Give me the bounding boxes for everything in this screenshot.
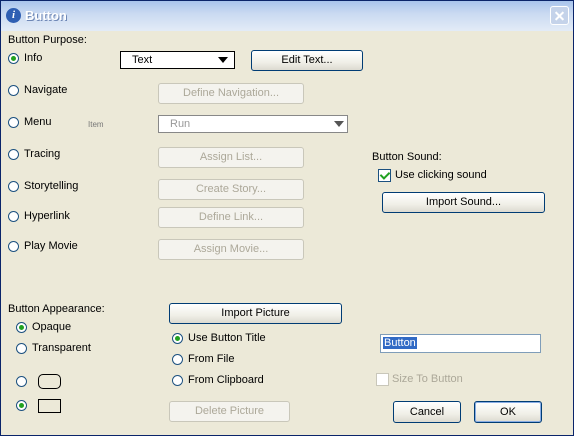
info-type-value: Text bbox=[132, 54, 153, 66]
radio-opaque-label: Opaque bbox=[32, 321, 72, 333]
title-bar[interactable]: i Button bbox=[1, 1, 573, 31]
size-to-button-label: Size To Button bbox=[392, 373, 463, 385]
radio-tracing-label: Tracing bbox=[24, 148, 61, 160]
button-title-field[interactable]: Button bbox=[380, 334, 541, 353]
radio-transparent-label: Transparent bbox=[32, 342, 91, 354]
assign-movie-button[interactable]: Assign Movie... bbox=[158, 239, 304, 260]
info-icon: i bbox=[6, 8, 21, 23]
radio-info-label: Info bbox=[24, 52, 43, 64]
info-type-select[interactable]: Text bbox=[120, 51, 235, 69]
dropdown-arrow-icon bbox=[334, 121, 344, 127]
delete-picture-button[interactable]: Delete Picture bbox=[169, 401, 290, 422]
cancel-button[interactable]: Cancel bbox=[393, 401, 461, 423]
assign-list-button[interactable]: Assign List... bbox=[158, 147, 304, 168]
radio-use-button-title[interactable] bbox=[172, 333, 183, 344]
radio-hyperlink[interactable] bbox=[8, 211, 19, 222]
radio-storytelling-label: Storytelling bbox=[24, 180, 79, 192]
radio-menu[interactable] bbox=[8, 117, 19, 128]
radio-play-movie[interactable] bbox=[8, 241, 19, 252]
menu-item-value: Run bbox=[170, 118, 191, 130]
radio-use-button-title-label: Use Button Title bbox=[188, 332, 266, 344]
dropdown-arrow-icon bbox=[218, 57, 228, 63]
import-sound-button[interactable]: Import Sound... bbox=[382, 192, 545, 213]
button-title-field-value: Button bbox=[383, 337, 417, 349]
radio-play-movie-label: Play Movie bbox=[24, 240, 78, 252]
radio-from-clipboard[interactable] bbox=[172, 375, 183, 386]
radio-from-file[interactable] bbox=[172, 354, 183, 365]
radio-info[interactable] bbox=[8, 53, 19, 64]
radio-hyperlink-label: Hyperlink bbox=[24, 210, 70, 222]
define-navigation-button[interactable]: Define Navigation... bbox=[158, 83, 304, 104]
radio-from-clipboard-label: From Clipboard bbox=[188, 374, 264, 386]
radio-opaque[interactable] bbox=[16, 322, 27, 333]
close-button[interactable] bbox=[550, 6, 569, 25]
radio-rounded-shape[interactable] bbox=[16, 376, 27, 387]
import-picture-button[interactable]: Import Picture bbox=[169, 303, 342, 324]
button-purpose-heading: Button Purpose: bbox=[8, 34, 87, 46]
button-dialog-window: i Button Button Purpose: Info Text Edit … bbox=[0, 0, 574, 436]
radio-from-file-label: From File bbox=[188, 353, 235, 365]
radio-transparent[interactable] bbox=[16, 343, 27, 354]
use-clicking-sound-checkbox[interactable] bbox=[378, 169, 391, 182]
menu-item-label: Item bbox=[88, 120, 104, 129]
create-story-button[interactable]: Create Story... bbox=[158, 179, 304, 200]
define-link-button[interactable]: Define Link... bbox=[158, 207, 304, 228]
ok-button[interactable]: OK bbox=[474, 401, 542, 423]
button-appearance-heading: Button Appearance: bbox=[8, 303, 105, 315]
radio-storytelling[interactable] bbox=[8, 181, 19, 192]
radio-rect-shape[interactable] bbox=[16, 400, 27, 411]
use-clicking-sound-label: Use clicking sound bbox=[395, 169, 487, 181]
window-title: Button bbox=[25, 8, 67, 23]
radio-navigate[interactable] bbox=[8, 85, 19, 96]
rect-shape-icon bbox=[38, 399, 61, 413]
radio-tracing[interactable] bbox=[8, 149, 19, 160]
edit-text-button[interactable]: Edit Text... bbox=[251, 50, 363, 71]
rounded-rect-shape-icon bbox=[38, 374, 61, 389]
menu-item-select[interactable]: Run bbox=[158, 115, 348, 133]
radio-navigate-label: Navigate bbox=[24, 84, 68, 96]
button-sound-heading: Button Sound: bbox=[372, 151, 442, 163]
radio-menu-label: Menu bbox=[24, 116, 52, 128]
size-to-button-checkbox[interactable] bbox=[376, 373, 389, 386]
